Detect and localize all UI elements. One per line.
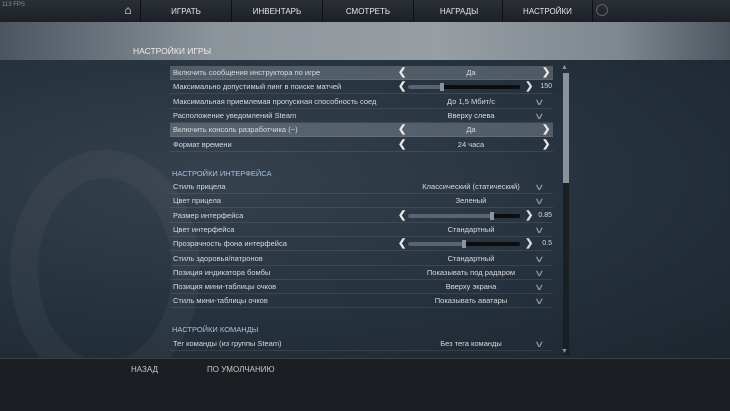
top-nav: ⌂ ИГРАТЬ ИНВЕНТАРЬ СМОТРЕТЬ НАГРАДЫ НАСТ…: [0, 0, 730, 22]
dropdown-value[interactable]: Стандартный: [406, 225, 536, 234]
setting-row[interactable]: Включить консоль разработчика (~) ❮ Да ❯: [170, 123, 553, 138]
dropdown-value[interactable]: Вверху экрана: [406, 282, 536, 291]
dropdown-value[interactable]: Стандартный: [406, 254, 536, 263]
slider-knob[interactable]: [490, 211, 494, 220]
section-team: НАСТРОЙКИ КОМАНДЫ: [172, 325, 259, 334]
setting-row[interactable]: Стиль прицела Классический (статический) ∨: [170, 180, 553, 194]
setting-label: Максимальная приемлемая пропускная спосо…: [173, 96, 377, 106]
chevron-down-icon[interactable]: ∨: [534, 282, 545, 293]
chevron-down-icon[interactable]: ∨: [534, 182, 545, 193]
tab-play[interactable]: ИГРАТЬ: [140, 0, 231, 22]
setting-row[interactable]: Максимально допустимый пинг в поиске мат…: [170, 80, 553, 95]
setting-label: Стиль прицела: [173, 182, 226, 191]
setting-row[interactable]: Прозрачность фона интерфейса ❮ ❯ 0.5: [170, 237, 553, 252]
slider-fill: [408, 85, 442, 90]
dropdown-value[interactable]: Зеленый: [406, 196, 536, 205]
dropdown-value[interactable]: До 1,5 Мбит/с: [406, 97, 536, 106]
setting-label: Включить сообщения инструктора по игре: [173, 68, 321, 77]
setting-label: Включить консоль разработчика (~): [173, 125, 298, 135]
fps-counter: 113 FPS: [2, 2, 25, 8]
setting-value: 24 часа: [457, 139, 485, 149]
slider-track[interactable]: [408, 211, 520, 220]
setting-row[interactable]: Цвет прицела Зеленый ∨: [170, 194, 553, 209]
setting-row[interactable]: Максимальная приемлемая пропускная спосо…: [170, 95, 553, 109]
slider-value: 0.5: [542, 240, 552, 248]
setting-label: Цвет интерфейса: [173, 224, 235, 234]
setting-label: Стиль мини-таблицы очков: [173, 296, 268, 306]
tab-awards[interactable]: НАГРАДЫ: [413, 0, 504, 22]
slider-track[interactable]: [408, 240, 520, 249]
scrollbar-thumb[interactable]: [563, 73, 569, 183]
setting-label: Позиция индикатора бомбы: [173, 267, 271, 277]
chevron-right-icon[interactable]: ❯: [542, 139, 550, 150]
setting-row[interactable]: Формат времени ❮ 24 часа ❯: [170, 138, 553, 152]
chevron-down-icon[interactable]: ∨: [534, 296, 545, 307]
home-icon[interactable]: ⌂: [118, 3, 138, 19]
page-title: НАСТРОЙКИ ИГРЫ: [133, 46, 212, 56]
tab-inventory[interactable]: ИНВЕНТАРЬ: [231, 0, 322, 22]
slider-value: 150: [540, 83, 552, 91]
slider-value: 0.85: [538, 211, 552, 219]
setting-value: Да: [466, 68, 476, 77]
setting-label: Максимально допустимый пинг в поиске мат…: [173, 82, 342, 92]
chevron-down-icon[interactable]: ∨: [534, 111, 545, 122]
chevron-left-icon[interactable]: ❮: [398, 238, 406, 249]
slider-fill: [408, 242, 464, 247]
setting-row[interactable]: Позиция индикатора бомбы Показывать под р…: [170, 266, 553, 280]
setting-label: Размер интерфейса: [173, 210, 244, 220]
chevron-down-icon[interactable]: ∨: [534, 196, 545, 207]
chevron-right-icon[interactable]: ❯: [542, 67, 550, 78]
dropdown-value[interactable]: Показывать под радаром: [406, 268, 536, 277]
setting-row[interactable]: Позиция мини-таблицы очков Вверху экрана ∨: [170, 280, 553, 295]
chevron-left-icon[interactable]: ❮: [398, 81, 406, 92]
setting-row[interactable]: Стиль здоровья/патронов Стандартный ∨: [170, 252, 553, 266]
slider-knob[interactable]: [439, 83, 444, 92]
chevron-down-icon[interactable]: ∨: [534, 268, 545, 279]
setting-label: Цвет прицела: [173, 196, 221, 206]
chevron-down-icon[interactable]: ∨: [534, 97, 545, 108]
dropdown-value[interactable]: Классический (статический): [406, 182, 536, 191]
slider-knob[interactable]: [462, 240, 466, 249]
section-interface: НАСТРОЙКИ ИНТЕРФЕЙСА: [172, 169, 272, 178]
setting-label: Стиль здоровья/патронов: [173, 253, 263, 263]
setting-row[interactable]: Расположение уведомлений Steam Вверху сле…: [170, 109, 553, 123]
setting-row[interactable]: Размер интерфейса ❮ ❯ 0.85: [170, 209, 553, 223]
setting-label: Расположение уведомлений Steam: [173, 110, 297, 120]
chevron-down-icon[interactable]: ∨: [534, 225, 545, 236]
setting-row[interactable]: Стиль мини-таблицы очков Показывать авата…: [170, 294, 553, 309]
dropdown-value[interactable]: Показывать аватары: [406, 296, 536, 305]
dropdown-value[interactable]: Без тега команды: [406, 339, 536, 348]
chevron-right-icon[interactable]: ❯: [542, 124, 550, 135]
bottom-bar: НАЗАД ПО УМОЛЧАНИЮ: [0, 358, 730, 411]
setting-label: Позиция мини-таблицы очков: [173, 282, 277, 292]
setting-row[interactable]: Тег команды (из группы Steam) Без тега ко…: [170, 337, 553, 351]
setting-row[interactable]: Цвет интерфейса Стандартный ∨: [170, 223, 553, 237]
tab-watch[interactable]: СМОТРЕТЬ: [322, 0, 413, 22]
scroll-down-icon[interactable]: ▼: [561, 348, 568, 355]
setting-value: Да: [466, 125, 476, 135]
chevron-down-icon[interactable]: ∨: [534, 254, 545, 265]
header-band: [0, 22, 730, 60]
chevron-down-icon[interactable]: ∨: [534, 339, 545, 350]
setting-label: Формат времени: [173, 139, 232, 149]
scrollbar[interactable]: [563, 73, 569, 355]
setting-label: Прозрачность фона интерфейса: [173, 239, 287, 249]
slider-track[interactable]: [408, 83, 520, 92]
slider-fill: [408, 213, 492, 218]
back-button[interactable]: НАЗАД: [131, 365, 158, 374]
setting-row[interactable]: Включить сообщения инструктора по игре ❮ Д…: [170, 66, 553, 80]
defaults-button[interactable]: ПО УМОЛЧАНИЮ: [207, 365, 275, 374]
chevron-left-icon[interactable]: ❮: [398, 210, 406, 221]
power-icon[interactable]: [596, 4, 608, 16]
scroll-up-icon[interactable]: ▲: [561, 64, 568, 71]
dropdown-value[interactable]: Вверху слева: [406, 111, 536, 120]
setting-label: Тег команды (из группы Steam): [173, 339, 282, 348]
tab-settings[interactable]: НАСТРОЙКИ: [502, 0, 593, 22]
